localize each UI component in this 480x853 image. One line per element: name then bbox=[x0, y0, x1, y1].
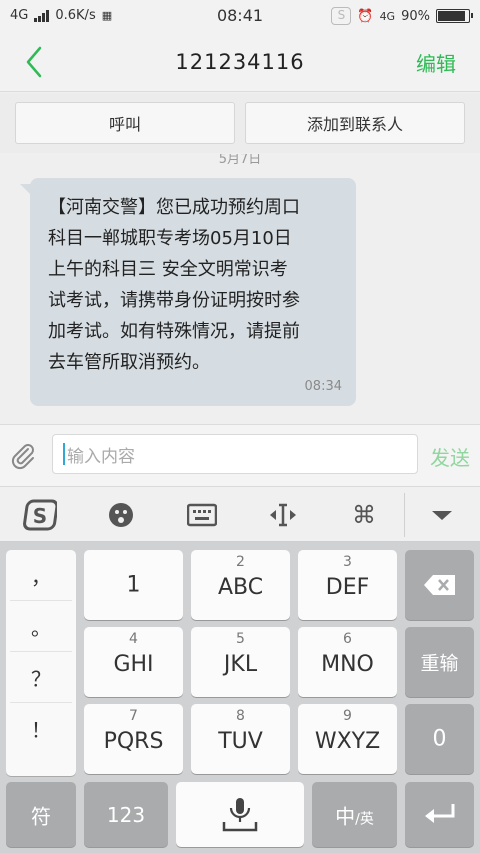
cursor-move-icon[interactable] bbox=[263, 497, 303, 533]
key-label: 0 bbox=[432, 726, 447, 752]
key-5[interactable]: 5 JKL bbox=[191, 627, 290, 697]
status-right: S ⏰ 4G 90% bbox=[331, 7, 473, 25]
key-number: 3 bbox=[343, 554, 352, 570]
key-label: JKL bbox=[223, 652, 258, 677]
attachment-icon[interactable] bbox=[8, 441, 38, 471]
numbers-key[interactable]: 123 bbox=[84, 782, 168, 847]
key-label: 中/英 bbox=[312, 800, 397, 829]
key-6[interactable]: 6 MNO bbox=[298, 627, 397, 697]
svg-text:S: S bbox=[33, 504, 47, 528]
message-line: 试考试，请携带身份证明按时参 bbox=[48, 290, 300, 311]
edit-button[interactable]: 编辑 bbox=[416, 48, 456, 77]
language-switch-key[interactable]: 中/英 bbox=[312, 782, 397, 847]
lang-alt: 英 bbox=[359, 811, 374, 827]
key-number: 8 bbox=[236, 708, 245, 724]
collapse-icon[interactable] bbox=[422, 497, 462, 533]
message-bubble[interactable]: 【河南交警】您已成功预约周口 科目一郸城职专考场05月10日 上午的科目三 安全… bbox=[20, 178, 356, 406]
key-7[interactable]: 7 PQRS bbox=[84, 704, 183, 774]
key-number: 9 bbox=[343, 708, 352, 724]
status-bar: 4G 0.6K/s ▦ 08:41 S ⏰ 4G 90% bbox=[0, 0, 480, 32]
key-label: 重输 bbox=[420, 652, 459, 675]
alarm-icon: ⏰ bbox=[357, 8, 374, 24]
toolbar-divider bbox=[404, 493, 405, 537]
message-line: 【河南交警】您已成功预约周口 bbox=[48, 197, 300, 218]
date-separator: 5月7日 bbox=[218, 154, 262, 167]
message-input-placeholder: 输入内容 bbox=[67, 446, 135, 467]
punctuation-key[interactable]: ？ bbox=[10, 652, 72, 703]
key-label: 1 bbox=[126, 572, 141, 598]
network-type-right: 4G bbox=[379, 9, 396, 23]
key-label: 123 bbox=[106, 802, 146, 827]
punctuation-key[interactable]: 。 bbox=[10, 601, 72, 652]
key-4[interactable]: 4 GHI bbox=[84, 627, 183, 697]
key-label: ABC bbox=[217, 575, 264, 600]
backspace-key[interactable] bbox=[405, 550, 474, 620]
message-line: 去车管所取消预约。 bbox=[48, 352, 210, 373]
message-line: 科目一郸城职专考场05月10日 bbox=[48, 228, 292, 249]
battery-icon bbox=[436, 9, 473, 23]
key-0[interactable]: 0 bbox=[405, 704, 474, 774]
key-number: 5 bbox=[236, 631, 245, 647]
punctuation-column[interactable]: ， 。 ？ ！ bbox=[6, 550, 76, 776]
send-button[interactable]: 发送 bbox=[430, 442, 470, 471]
punctuation-key[interactable]: ， bbox=[10, 550, 72, 601]
key-1[interactable]: 1 bbox=[84, 550, 183, 620]
message-list[interactable]: 5月7日 【河南交警】您已成功预约周口 科目一郸城职专考场05月10日 上午的科… bbox=[0, 154, 480, 424]
ime-keyboard: ， 。 ？ ！ 1 2 ABC 3 DEF 4 GHI 5 JKL 6 MNO … bbox=[0, 542, 480, 853]
sogou-status-icon: S bbox=[331, 7, 352, 25]
message-text: 【河南交警】您已成功预约周口 科目一郸城职专考场05月10日 上午的科目三 安全… bbox=[48, 192, 340, 378]
key-8[interactable]: 8 TUV bbox=[191, 704, 290, 774]
punctuation-key[interactable]: ！ bbox=[10, 703, 72, 754]
command-icon[interactable]: ⌘ bbox=[344, 497, 384, 533]
key-label: GHI bbox=[113, 652, 154, 677]
key-number: 4 bbox=[129, 631, 138, 647]
emoji-icon[interactable] bbox=[101, 497, 141, 533]
call-button[interactable]: 呼叫 bbox=[15, 102, 235, 144]
battery-percent: 90% bbox=[401, 8, 430, 24]
key-2[interactable]: 2 ABC bbox=[191, 550, 290, 620]
message-line: 上午的科目三 安全文明常识考 bbox=[48, 259, 288, 280]
key-number: 6 bbox=[343, 631, 352, 647]
ime-toolbar: S ⌘ bbox=[0, 486, 480, 542]
text-caret bbox=[63, 443, 65, 465]
key-label: TUV bbox=[218, 729, 263, 754]
add-contact-button[interactable]: 添加到联系人 bbox=[245, 102, 465, 144]
composer-bar: 输入内容 发送 bbox=[0, 424, 480, 486]
key-label: DEF bbox=[325, 575, 370, 600]
key-9[interactable]: 9 WXYZ bbox=[298, 704, 397, 774]
action-bar: 呼叫 添加到联系人 bbox=[0, 93, 480, 153]
key-label: WXYZ bbox=[314, 729, 381, 754]
key-number: 7 bbox=[129, 708, 138, 724]
message-line: 加考试。如有特殊情况，请提前 bbox=[48, 321, 300, 342]
keyboard-icon[interactable] bbox=[182, 497, 222, 533]
sogou-logo-icon[interactable]: S bbox=[20, 497, 60, 533]
reinput-key[interactable]: 重输 bbox=[405, 627, 474, 697]
enter-key[interactable] bbox=[405, 782, 474, 847]
conversation-header: 121234116 编辑 bbox=[0, 32, 480, 92]
key-number: 2 bbox=[236, 554, 245, 570]
message-input[interactable]: 输入内容 bbox=[52, 434, 418, 474]
contact-number: 121234116 bbox=[175, 50, 305, 74]
key-label: MNO bbox=[321, 652, 374, 677]
space-voice-key[interactable] bbox=[176, 782, 304, 847]
symbol-key[interactable]: 符 bbox=[6, 782, 76, 847]
lang-main: 中 bbox=[335, 804, 356, 828]
key-label: PQRS bbox=[103, 729, 164, 754]
key-label: 符 bbox=[31, 804, 51, 828]
key-3[interactable]: 3 DEF bbox=[298, 550, 397, 620]
message-time: 08:34 bbox=[304, 379, 342, 394]
